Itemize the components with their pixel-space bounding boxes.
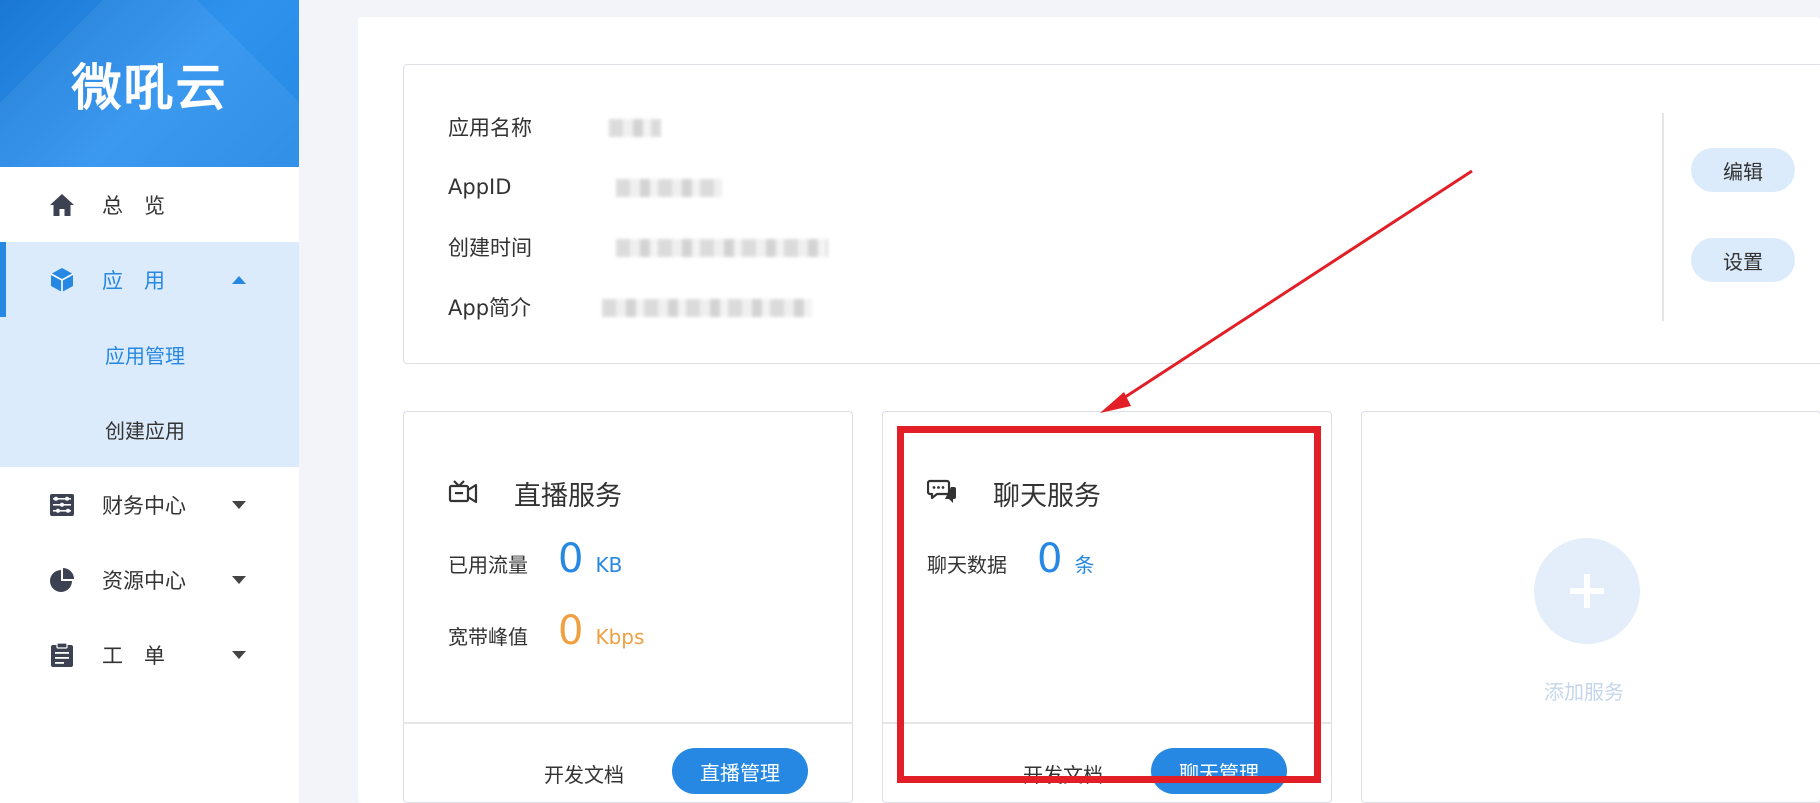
annotation-arrow	[1100, 169, 1473, 413]
